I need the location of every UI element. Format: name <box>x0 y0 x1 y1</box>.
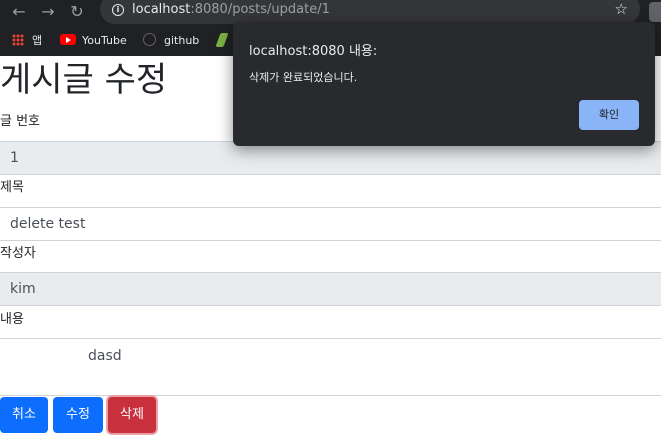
alert-ok-button[interactable]: 확인 <box>579 100 639 130</box>
youtube-icon <box>60 34 76 45</box>
bookmark-label: github <box>164 34 200 47</box>
author-field: kim <box>0 272 661 306</box>
alert-dialog: localhost:8080 내용: 삭제가 완료되었습니다. 확인 <box>233 22 655 146</box>
bookmark-apps[interactable]: 앱 <box>12 33 42 49</box>
github-icon <box>143 33 156 46</box>
address-bar[interactable]: i localhost:8080/posts/update/1 ☆ <box>100 0 640 24</box>
content-label: 내용 <box>0 312 24 327</box>
url-host: localhost <box>132 2 191 17</box>
bookmark-label: 앱 <box>32 34 43 47</box>
reload-icon[interactable]: ↻ <box>66 1 88 23</box>
url-text[interactable]: localhost:8080/posts/update/1 <box>132 2 330 17</box>
post-id-field: 1 <box>0 141 661 175</box>
alert-message: 삭제가 완료되었습니다. <box>249 71 358 84</box>
title-input[interactable]: delete test <box>0 207 661 241</box>
delete-button[interactable]: 삭제 <box>108 397 156 433</box>
content-textarea[interactable]: dasd <box>0 338 661 396</box>
title-label: 제목 <box>0 180 24 195</box>
author-label: 작성자 <box>0 246 36 261</box>
url-path: :8080/posts/update/1 <box>190 2 330 17</box>
edit-button[interactable]: 수정 <box>53 397 103 433</box>
back-arrow-icon[interactable]: ← <box>8 1 30 23</box>
page-title: 게시글 수정 <box>0 60 168 100</box>
post-id-label: 글 번호 <box>0 114 41 129</box>
bookmark-youtube[interactable]: YouTube <box>60 33 127 49</box>
site-info-icon[interactable]: i <box>112 4 124 16</box>
bookmark-extension[interactable] <box>215 33 229 49</box>
bookmark-github[interactable]: github <box>143 33 199 49</box>
bookmark-label: YouTube <box>82 34 127 47</box>
leaf-icon <box>215 33 229 47</box>
apps-grid-icon <box>12 34 24 46</box>
cancel-button[interactable]: 취소 <box>0 397 48 433</box>
extension-icon[interactable] <box>649 2 661 22</box>
alert-title: localhost:8080 내용: <box>249 44 378 59</box>
bookmark-star-icon[interactable]: ☆ <box>615 0 628 18</box>
forward-arrow-icon[interactable]: → <box>37 1 59 23</box>
content-text: dasd <box>88 348 122 364</box>
